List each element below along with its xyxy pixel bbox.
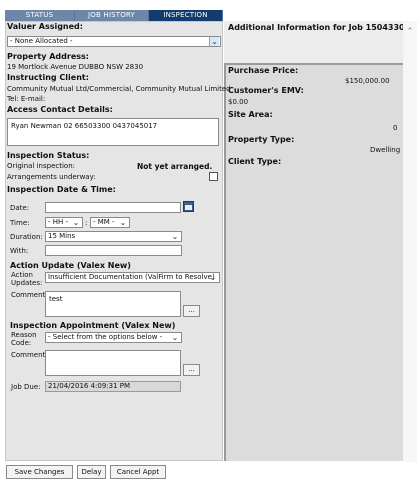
action-updates-select-value: Insufficient Documentation (ValFirm to R… <box>48 273 215 281</box>
job-due-label: Job Due: <box>11 383 41 391</box>
save-changes-button[interactable]: Save Changes <box>6 465 73 479</box>
inspection-window: STATUS JOB HISTORY INSPECTION Valuer Ass… <box>0 0 419 488</box>
site-area-value: 0 <box>393 124 398 132</box>
duration-label: Duration: <box>10 233 43 241</box>
purchase-price-value: $150,000.00 <box>345 77 390 85</box>
arrangements-underway-checkbox[interactable] <box>209 172 218 181</box>
additional-info-panel <box>224 63 403 461</box>
arrangements-underway-label: Arrangements underway: <box>7 173 96 181</box>
cancel-appointment-button[interactable]: Cancel Appt <box>110 465 166 479</box>
vertical-scrollbar[interactable]: ⌃ ⌄ <box>403 21 417 471</box>
reason-code-select-value: - Select from the options below - <box>48 333 163 341</box>
access-contact-field[interactable]: Ryan Newman 02 66503300 0437045017 <box>7 118 219 146</box>
chevron-down-icon: ⌄ <box>171 232 179 241</box>
action-updates-select[interactable]: Insufficient Documentation (ValFirm to R… <box>45 272 220 283</box>
date-label: Date: <box>10 204 30 212</box>
property-type-label: Property Type: <box>228 135 295 144</box>
action-comment-textarea[interactable]: test <box>45 291 181 317</box>
job-due-field: 21/04/2016 4:09:31 PM <box>45 381 181 392</box>
action-updates-label-line2: Updates: <box>11 279 43 287</box>
purchase-price-label: Purchase Price: <box>228 66 299 75</box>
additional-info-title: Additional Information for Job 1504330 <box>228 23 405 32</box>
inspection-appointment-label: Inspection Appointment (Valex New) <box>10 321 176 330</box>
tab-status[interactable]: STATUS <box>5 10 75 21</box>
appointment-comment-expand-button[interactable]: ... <box>183 364 200 376</box>
valuer-assigned-label: Valuer Assigned: <box>7 22 83 31</box>
action-comment-label: Comment: <box>11 291 48 299</box>
action-comment-expand-button[interactable]: ... <box>183 305 200 317</box>
original-inspection-value: Not yet arranged. <box>137 162 213 171</box>
action-comment-value: test <box>49 295 63 303</box>
original-inspection-label: Original inspection: <box>7 162 76 170</box>
reason-code-select[interactable]: - Select from the options below - ⌄ <box>45 332 182 343</box>
minute-select-value: - MM - <box>93 218 115 226</box>
chevron-down-icon: ⌄ <box>209 273 217 282</box>
chevron-up-icon[interactable]: ⌃ <box>405 27 415 37</box>
property-address-value: 19 Mortlock Avenue DUBBO NSW 2830 <box>7 63 144 71</box>
date-input[interactable] <box>45 202 181 213</box>
instructing-client-label: Instructing Client: <box>7 73 89 82</box>
property-address-label: Property Address: <box>7 52 89 61</box>
customers-emv-label: Customer's EMV: <box>228 86 304 95</box>
tab-bar: STATUS JOB HISTORY INSPECTION <box>5 10 223 21</box>
inspection-status-label: Inspection Status: <box>7 151 90 160</box>
reason-code-label-line2: Code: <box>11 339 32 347</box>
valuer-select[interactable]: - None Allocated - ⌄ <box>7 36 221 47</box>
duration-select-value: 15 Mins <box>48 232 76 240</box>
time-separator: : <box>85 219 88 227</box>
instructing-client-name: Community Mutual Ltd/Commercial, Communi… <box>7 85 231 93</box>
action-updates-label-line1: Action <box>11 271 33 279</box>
valuer-select-value: - None Allocated - <box>10 37 73 45</box>
property-type-value: Dwelling <box>370 146 401 154</box>
appointment-comment-label: Comment: <box>11 351 48 359</box>
chevron-down-icon: ⌄ <box>171 333 179 342</box>
hour-select-value: - HH - <box>48 218 69 226</box>
customers-emv-value: $0.00 <box>228 98 249 106</box>
action-update-label: Action Update (Valex New) <box>10 261 131 270</box>
chevron-down-icon: ⌄ <box>72 218 80 227</box>
minute-select[interactable]: - MM - ⌄ <box>90 217 130 228</box>
chevron-down-icon: ⌄ <box>209 37 219 46</box>
reason-code-label-line1: Reason <box>11 331 37 339</box>
instructing-client-contact: Tel: E-mail: <box>7 95 46 103</box>
with-label: With: <box>10 247 29 255</box>
access-contact-label: Access Contact Details: <box>7 105 113 114</box>
duration-select[interactable]: 15 Mins ⌄ <box>45 231 182 242</box>
appointment-comment-textarea[interactable] <box>45 350 181 376</box>
client-type-label: Client Type: <box>228 157 282 166</box>
access-contact-value: Ryan Newman 02 66503300 0437045017 <box>11 122 158 130</box>
chevron-down-icon: ⌄ <box>119 218 127 227</box>
time-label: Time: <box>10 219 30 227</box>
inspection-datetime-label: Inspection Date & Time: <box>7 185 116 194</box>
site-area-label: Site Area: <box>228 110 273 119</box>
with-input[interactable] <box>45 245 182 256</box>
job-due-value: 21/04/2016 4:09:31 PM <box>48 382 131 390</box>
calendar-icon[interactable] <box>183 201 194 212</box>
tab-job-history[interactable]: JOB HISTORY <box>75 10 149 21</box>
delay-button[interactable]: Delay <box>77 465 106 479</box>
hour-select[interactable]: - HH - ⌄ <box>45 217 83 228</box>
tab-inspection[interactable]: INSPECTION <box>149 10 223 21</box>
